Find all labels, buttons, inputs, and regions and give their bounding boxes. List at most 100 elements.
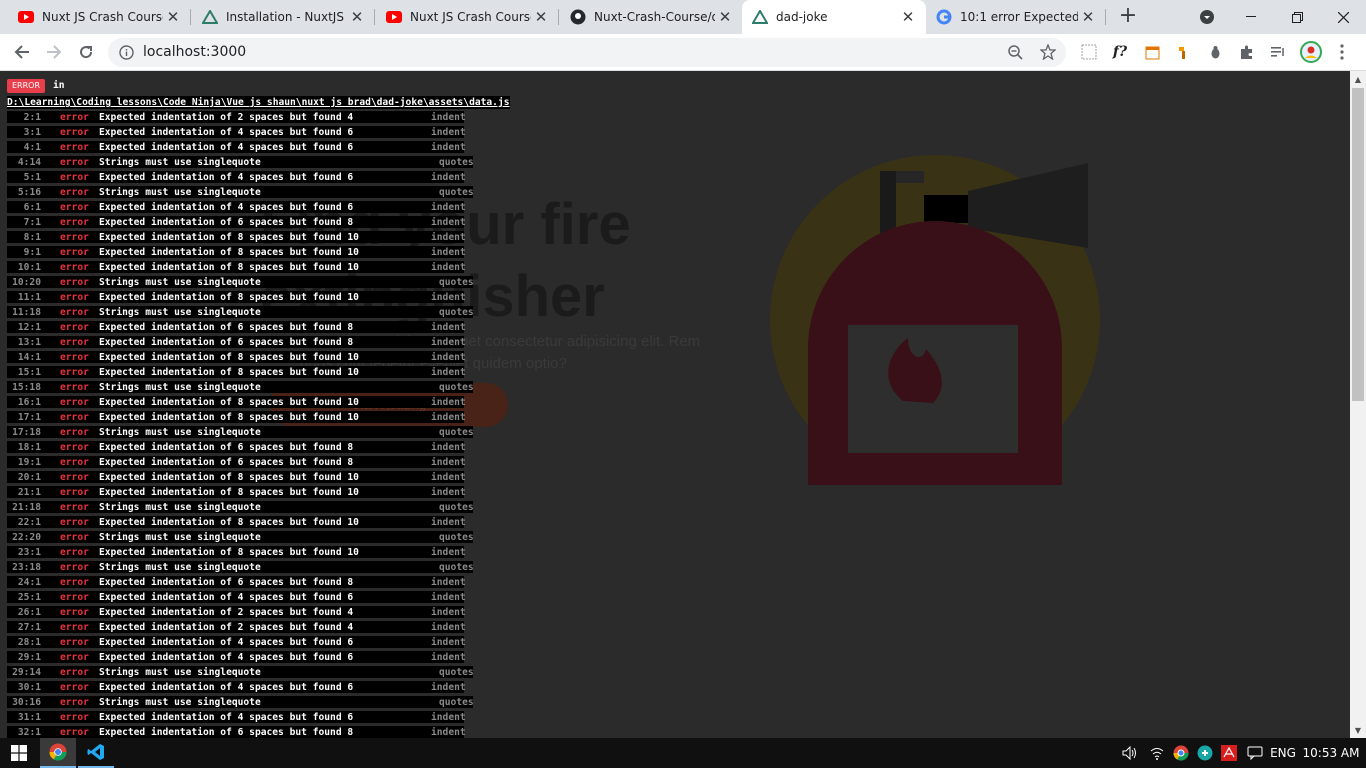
vscode-taskbar-icon[interactable] bbox=[78, 738, 114, 768]
error-file-path[interactable]: D:\Learning\Coding lessons\Code Ninja\Vu… bbox=[7, 96, 510, 109]
volume-icon[interactable] bbox=[1120, 738, 1140, 768]
media-queue-icon[interactable] bbox=[1266, 40, 1290, 64]
calendar-extension-icon[interactable] bbox=[1140, 40, 1164, 64]
vue-devtools-icon[interactable] bbox=[1172, 40, 1196, 64]
error-severity: error bbox=[60, 607, 89, 618]
error-rule: indent bbox=[431, 412, 466, 423]
reload-icon[interactable] bbox=[72, 38, 100, 66]
error-location: 30:1 bbox=[17, 682, 41, 693]
scroll-up-arrow-icon[interactable]: ▲ bbox=[1350, 71, 1366, 87]
error-location: 10:1 bbox=[17, 262, 41, 273]
error-message: Expected indentation of 2 spaces but fou… bbox=[99, 112, 354, 123]
wifi-icon[interactable] bbox=[1146, 738, 1168, 768]
error-location: 19:1 bbox=[17, 457, 41, 468]
notification-chat-icon[interactable] bbox=[1244, 738, 1266, 768]
extension-grid-icon[interactable] bbox=[1077, 40, 1101, 64]
error-severity: error bbox=[60, 367, 89, 378]
scroll-thumb[interactable] bbox=[1352, 88, 1364, 401]
new-tab-button[interactable]: + bbox=[1116, 5, 1140, 29]
error-message: Strings must use singlequote bbox=[99, 307, 261, 318]
language-indicator[interactable]: ENG bbox=[1268, 738, 1298, 768]
error-rule: indent bbox=[431, 112, 466, 123]
error-rule: indent bbox=[431, 292, 466, 303]
error-location: 29:1 bbox=[17, 652, 41, 663]
error-rule: quotes bbox=[439, 667, 474, 678]
error-rule: indent bbox=[431, 472, 466, 483]
error-location: 24:1 bbox=[17, 577, 41, 588]
tab-nuxt-installation[interactable]: Installation - NuxtJS ✕ bbox=[192, 0, 375, 34]
tab-title: Nuxt-Crash-Course/da bbox=[594, 10, 715, 24]
error-location: 30:16 bbox=[12, 697, 41, 708]
error-severity: error bbox=[60, 322, 89, 333]
error-severity: error bbox=[60, 442, 89, 453]
error-rule: indent bbox=[431, 712, 466, 723]
error-location: 32:1 bbox=[17, 727, 41, 738]
error-message: Strings must use singlequote bbox=[99, 697, 261, 708]
error-rule: quotes bbox=[439, 532, 474, 543]
error-message: Strings must use singlequote bbox=[99, 157, 261, 168]
scroll-down-arrow-icon[interactable]: ▼ bbox=[1350, 722, 1366, 738]
tab-youtube-2[interactable]: Nuxt JS Crash Course ✕ bbox=[376, 0, 559, 34]
error-location: 3:1 bbox=[23, 127, 41, 138]
error-rule: quotes bbox=[439, 187, 474, 198]
close-icon[interactable]: ✕ bbox=[715, 7, 735, 27]
bookmark-star-icon[interactable] bbox=[1039, 43, 1057, 64]
error-severity: error bbox=[60, 532, 89, 543]
acrobat-tray-icon[interactable] bbox=[1218, 738, 1240, 768]
error-severity: error bbox=[60, 457, 89, 468]
windows-start-icon[interactable] bbox=[0, 738, 38, 768]
error-rule: indent bbox=[431, 352, 466, 363]
tab-title: Nuxt JS Crash Course bbox=[410, 10, 531, 24]
info-icon[interactable] bbox=[119, 45, 134, 64]
browser-menu-icon[interactable] bbox=[1330, 40, 1354, 64]
close-window-icon[interactable] bbox=[1320, 0, 1366, 34]
extensions-puzzle-icon[interactable] bbox=[1235, 40, 1259, 64]
error-message: Expected indentation of 6 spaces but fou… bbox=[99, 577, 354, 588]
error-location: 2:1 bbox=[23, 112, 41, 123]
error-rule: indent bbox=[431, 727, 466, 738]
clock[interactable]: 10:53 AM bbox=[1300, 738, 1362, 768]
error-message: Expected indentation of 8 spaces but fou… bbox=[99, 472, 359, 483]
close-icon[interactable]: ✕ bbox=[163, 7, 183, 27]
nuxt-icon bbox=[202, 9, 218, 25]
tab-google-search[interactable]: 10:1 error Expected ind ✕ bbox=[926, 0, 1106, 34]
error-severity: error bbox=[60, 502, 89, 513]
page-scrollbar[interactable]: ▲ ▼ bbox=[1350, 71, 1366, 738]
bug-extension-icon[interactable] bbox=[1203, 40, 1227, 64]
chrome-tray-icon[interactable] bbox=[1170, 738, 1192, 768]
function-extension-icon[interactable]: f? bbox=[1108, 40, 1132, 64]
error-rule: indent bbox=[431, 457, 466, 468]
error-rule: indent bbox=[431, 652, 466, 663]
close-icon[interactable]: ✕ bbox=[1078, 7, 1098, 27]
tab-youtube-1[interactable]: Nuxt JS Crash Course - ✕ bbox=[8, 0, 191, 34]
evernote-tray-icon[interactable] bbox=[1194, 738, 1216, 768]
error-message: Expected indentation of 4 spaces but fou… bbox=[99, 202, 354, 213]
error-message: Expected indentation of 4 spaces but fou… bbox=[99, 142, 354, 153]
error-severity: error bbox=[60, 382, 89, 393]
address-bar[interactable]: localhost:3000 bbox=[108, 38, 1066, 67]
back-arrow-icon[interactable] bbox=[8, 38, 36, 66]
nuxt-icon bbox=[752, 9, 768, 25]
error-location: 4:14 bbox=[17, 157, 41, 168]
error-location: 22:1 bbox=[17, 517, 41, 528]
close-icon[interactable]: ✕ bbox=[347, 7, 367, 27]
tab-github[interactable]: Nuxt-Crash-Course/da ✕ bbox=[560, 0, 743, 34]
zoom-icon[interactable] bbox=[1008, 45, 1023, 64]
forward-arrow-icon[interactable] bbox=[40, 38, 68, 66]
chrome-taskbar-icon[interactable] bbox=[40, 738, 76, 768]
close-icon[interactable]: ✕ bbox=[531, 7, 551, 27]
error-rule: indent bbox=[431, 592, 466, 603]
tab-dad-joke[interactable]: dad-joke ✕ bbox=[742, 0, 926, 34]
error-rule: indent bbox=[431, 622, 466, 633]
profile-avatar-icon[interactable] bbox=[1299, 40, 1323, 64]
error-rule: indent bbox=[431, 487, 466, 498]
restore-icon[interactable] bbox=[1274, 0, 1320, 34]
error-message: Expected indentation of 6 spaces but fou… bbox=[99, 457, 354, 468]
error-rule: indent bbox=[431, 637, 466, 648]
profile-menu-icon[interactable] bbox=[1184, 0, 1230, 34]
tab-title: 10:1 error Expected ind bbox=[960, 10, 1078, 24]
error-message: Expected indentation of 8 spaces but fou… bbox=[99, 412, 359, 423]
error-location: 21:1 bbox=[17, 487, 41, 498]
minimize-icon[interactable] bbox=[1228, 0, 1274, 34]
close-icon[interactable]: ✕ bbox=[898, 7, 918, 27]
